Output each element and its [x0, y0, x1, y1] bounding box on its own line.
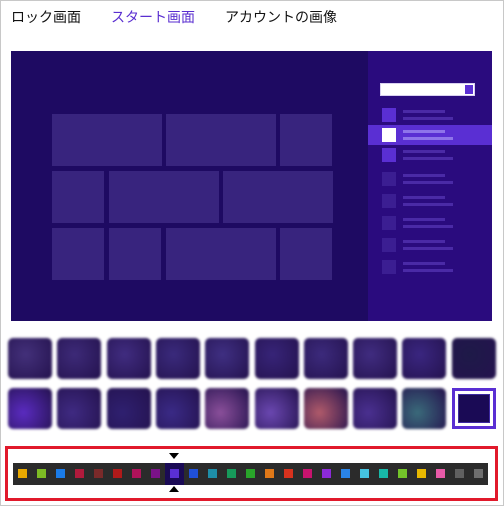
background-pattern-thumb[interactable] [353, 388, 397, 429]
color-swatch[interactable] [260, 463, 279, 485]
tab-account-picture[interactable]: アカウントの画像 [225, 7, 337, 29]
background-pattern-thumb-selected[interactable] [452, 388, 496, 429]
preview-search-box [380, 83, 475, 96]
background-pattern-thumb[interactable] [205, 388, 249, 429]
background-pattern-thumb[interactable] [255, 388, 299, 429]
tab-start-screen[interactable]: スタート画面 [111, 7, 195, 29]
color-swatch[interactable] [374, 463, 393, 485]
start-screen-preview [11, 51, 492, 321]
preview-panel-row [368, 105, 492, 125]
color-swatch[interactable] [469, 463, 488, 485]
background-pattern-thumb[interactable] [156, 388, 200, 429]
tab-lock-screen[interactable]: ロック画面 [11, 7, 81, 29]
color-swatch[interactable] [13, 463, 32, 485]
preview-tile [166, 114, 276, 166]
color-swatch[interactable] [317, 463, 336, 485]
preview-tile [280, 114, 332, 166]
color-strip[interactable] [13, 463, 488, 485]
color-swatch[interactable] [165, 463, 184, 485]
preview-tile [166, 228, 276, 280]
preview-tile [52, 114, 162, 166]
preview-tile [280, 228, 332, 280]
background-pattern-thumb[interactable] [402, 338, 446, 379]
preview-panel-row [368, 191, 492, 211]
color-swatch[interactable] [203, 463, 222, 485]
color-swatch[interactable] [108, 463, 127, 485]
background-pattern-grid [8, 338, 496, 438]
preview-tile [109, 228, 161, 280]
color-swatch[interactable] [51, 463, 70, 485]
settings-frame: ロック画面 スタート画面 アカウントの画像 [0, 0, 504, 506]
preview-tile [223, 171, 333, 223]
color-swatch[interactable] [89, 463, 108, 485]
preview-tile [52, 171, 104, 223]
color-selector-top-marker[interactable] [169, 453, 179, 459]
color-swatch[interactable] [222, 463, 241, 485]
preview-panel-row [368, 213, 492, 233]
background-pattern-thumb[interactable] [402, 388, 446, 429]
background-pattern-thumb[interactable] [57, 338, 101, 379]
color-swatch[interactable] [431, 463, 450, 485]
preview-panel-row [368, 169, 492, 189]
background-pattern-thumb[interactable] [255, 338, 299, 379]
color-swatch[interactable] [336, 463, 355, 485]
color-swatch[interactable] [298, 463, 317, 485]
color-swatch[interactable] [32, 463, 51, 485]
color-swatch[interactable] [355, 463, 374, 485]
background-pattern-thumb[interactable] [304, 388, 348, 429]
color-swatch[interactable] [279, 463, 298, 485]
background-pattern-thumb[interactable] [107, 338, 151, 379]
color-swatch[interactable] [127, 463, 146, 485]
background-pattern-thumb[interactable] [156, 338, 200, 379]
color-swatch[interactable] [70, 463, 89, 485]
background-pattern-thumb[interactable] [8, 388, 52, 429]
color-strip-highlight [5, 446, 498, 501]
background-pattern-thumb[interactable] [8, 338, 52, 379]
background-pattern-thumb[interactable] [107, 388, 151, 429]
color-swatch[interactable] [146, 463, 165, 485]
background-pattern-thumb[interactable] [304, 338, 348, 379]
background-pattern-thumb[interactable] [452, 338, 496, 379]
color-swatch[interactable] [241, 463, 260, 485]
color-swatch[interactable] [184, 463, 203, 485]
preview-tile [109, 171, 219, 223]
background-pattern-thumb[interactable] [205, 338, 249, 379]
preview-panel-row [368, 257, 492, 277]
preview-panel-row [368, 145, 492, 165]
background-pattern-thumb[interactable] [353, 338, 397, 379]
personalize-tabs: ロック画面 スタート画面 アカウントの画像 [11, 7, 367, 29]
preview-search-panel [368, 51, 492, 321]
preview-search-button [465, 85, 473, 94]
preview-tile [52, 228, 104, 280]
preview-panel-row [368, 235, 492, 255]
background-pattern-thumb[interactable] [57, 388, 101, 429]
color-swatch[interactable] [393, 463, 412, 485]
color-selector-bottom-marker[interactable] [169, 486, 179, 492]
color-swatch[interactable] [450, 463, 469, 485]
preview-panel-row-selected [368, 125, 492, 145]
color-swatch[interactable] [412, 463, 431, 485]
